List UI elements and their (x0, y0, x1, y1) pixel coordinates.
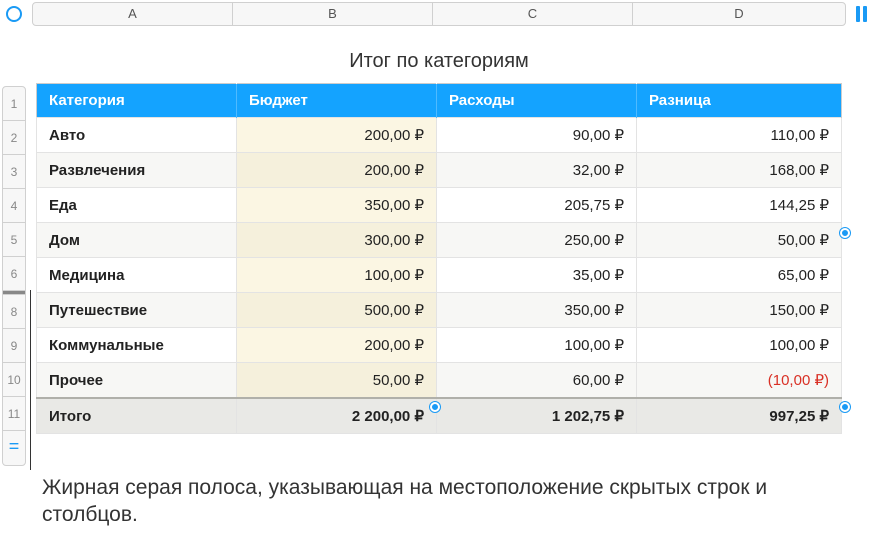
cell-expense[interactable]: 100,00 ₽ (437, 328, 637, 363)
cell-budget[interactable]: 200,00 ₽ (237, 153, 437, 188)
row-header[interactable]: 6 (3, 257, 25, 291)
cell-diff[interactable]: 110,00 ₽ (637, 118, 842, 153)
cell-category[interactable]: Путешествие (37, 293, 237, 328)
cell-category[interactable]: Еда (37, 188, 237, 223)
table-row[interactable]: Еда350,00 ₽205,75 ₽144,25 ₽ (37, 188, 842, 223)
cell-diff[interactable]: 100,00 ₽ (637, 328, 842, 363)
cell-total-budget[interactable]: 2 200,00 ₽ (237, 398, 437, 434)
column-headers[interactable]: A B C D (32, 2, 846, 26)
cell-budget[interactable]: 350,00 ₽ (237, 188, 437, 223)
cell-category[interactable]: Дом (37, 223, 237, 258)
cell-diff[interactable]: (10,00 ₽) (637, 363, 842, 399)
cell-category[interactable]: Прочее (37, 363, 237, 399)
row-header[interactable]: 10 (3, 363, 25, 397)
row-header[interactable]: 4 (3, 189, 25, 223)
header-diff[interactable]: Разница (637, 84, 842, 118)
table-row[interactable]: Дом300,00 ₽250,00 ₽50,00 ₽ (37, 223, 842, 258)
row-header[interactable]: 5 (3, 223, 25, 257)
cell-budget[interactable]: 100,00 ₽ (237, 258, 437, 293)
selection-handle-icon[interactable] (840, 402, 850, 412)
cell-diff[interactable]: 144,25 ₽ (637, 188, 842, 223)
add-row-button[interactable]: = (3, 431, 25, 465)
budget-table[interactable]: Категория Бюджет Расходы Разница Авто200… (36, 83, 842, 434)
table-row[interactable]: Путешествие500,00 ₽350,00 ₽150,00 ₽ (37, 293, 842, 328)
selection-handle-icon[interactable] (840, 228, 850, 238)
column-header-b[interactable]: B (233, 3, 433, 25)
cell-total-diff[interactable]: 997,25 ₽ (637, 398, 842, 434)
cell-budget[interactable]: 500,00 ₽ (237, 293, 437, 328)
cell-expense[interactable]: 205,75 ₽ (437, 188, 637, 223)
table-row[interactable]: Коммунальные200,00 ₽100,00 ₽100,00 ₽ (37, 328, 842, 363)
cell-budget[interactable]: 200,00 ₽ (237, 328, 437, 363)
caption-text: Жирная серая полоса, указывающая на мест… (42, 474, 838, 529)
table-corner-handle-icon[interactable] (6, 6, 22, 22)
header-budget[interactable]: Бюджет (237, 84, 437, 118)
row-header[interactable]: 3 (3, 155, 25, 189)
column-header-c[interactable]: C (433, 3, 633, 25)
cell-diff[interactable]: 50,00 ₽ (637, 223, 842, 258)
row-header[interactable]: 11 (3, 397, 25, 431)
row-header[interactable]: 8 (3, 295, 25, 329)
row-headers[interactable]: 1 2 3 4 5 6 8 9 10 11 = (2, 86, 26, 466)
cell-expense[interactable]: 35,00 ₽ (437, 258, 637, 293)
cell-category[interactable]: Медицина (37, 258, 237, 293)
cell-expense[interactable]: 350,00 ₽ (437, 293, 637, 328)
cell-diff[interactable]: 168,00 ₽ (637, 153, 842, 188)
callout-line (30, 290, 31, 470)
cell-expense[interactable]: 250,00 ₽ (437, 223, 637, 258)
cell-category[interactable]: Авто (37, 118, 237, 153)
column-header-d[interactable]: D (633, 3, 845, 25)
table-row[interactable]: Прочее50,00 ₽60,00 ₽(10,00 ₽) (37, 363, 842, 399)
pause-icon[interactable] (856, 6, 870, 22)
cell-category[interactable]: Коммунальные (37, 328, 237, 363)
table-title: Итог по категориям (36, 36, 842, 83)
table-row[interactable]: Медицина100,00 ₽35,00 ₽65,00 ₽ (37, 258, 842, 293)
cell-total-expense[interactable]: 1 202,75 ₽ (437, 398, 637, 434)
cell-expense[interactable]: 60,00 ₽ (437, 363, 637, 399)
header-expense[interactable]: Расходы (437, 84, 637, 118)
row-header[interactable]: 1 (3, 87, 25, 121)
cell-total-label[interactable]: Итого (37, 398, 237, 434)
cell-diff[interactable]: 150,00 ₽ (637, 293, 842, 328)
cell-budget[interactable]: 300,00 ₽ (237, 223, 437, 258)
cell-diff[interactable]: 65,00 ₽ (637, 258, 842, 293)
row-header[interactable]: 9 (3, 329, 25, 363)
cell-expense[interactable]: 90,00 ₽ (437, 118, 637, 153)
table-row[interactable]: Развлечения200,00 ₽32,00 ₽168,00 ₽ (37, 153, 842, 188)
table-row[interactable]: Авто200,00 ₽90,00 ₽110,00 ₽ (37, 118, 842, 153)
cell-budget[interactable]: 200,00 ₽ (237, 118, 437, 153)
row-header[interactable]: 2 (3, 121, 25, 155)
selection-handle-icon[interactable] (430, 402, 440, 412)
column-header-a[interactable]: A (33, 3, 233, 25)
header-category[interactable]: Категория (37, 84, 237, 118)
cell-budget[interactable]: 50,00 ₽ (237, 363, 437, 399)
cell-category[interactable]: Развлечения (37, 153, 237, 188)
cell-expense[interactable]: 32,00 ₽ (437, 153, 637, 188)
